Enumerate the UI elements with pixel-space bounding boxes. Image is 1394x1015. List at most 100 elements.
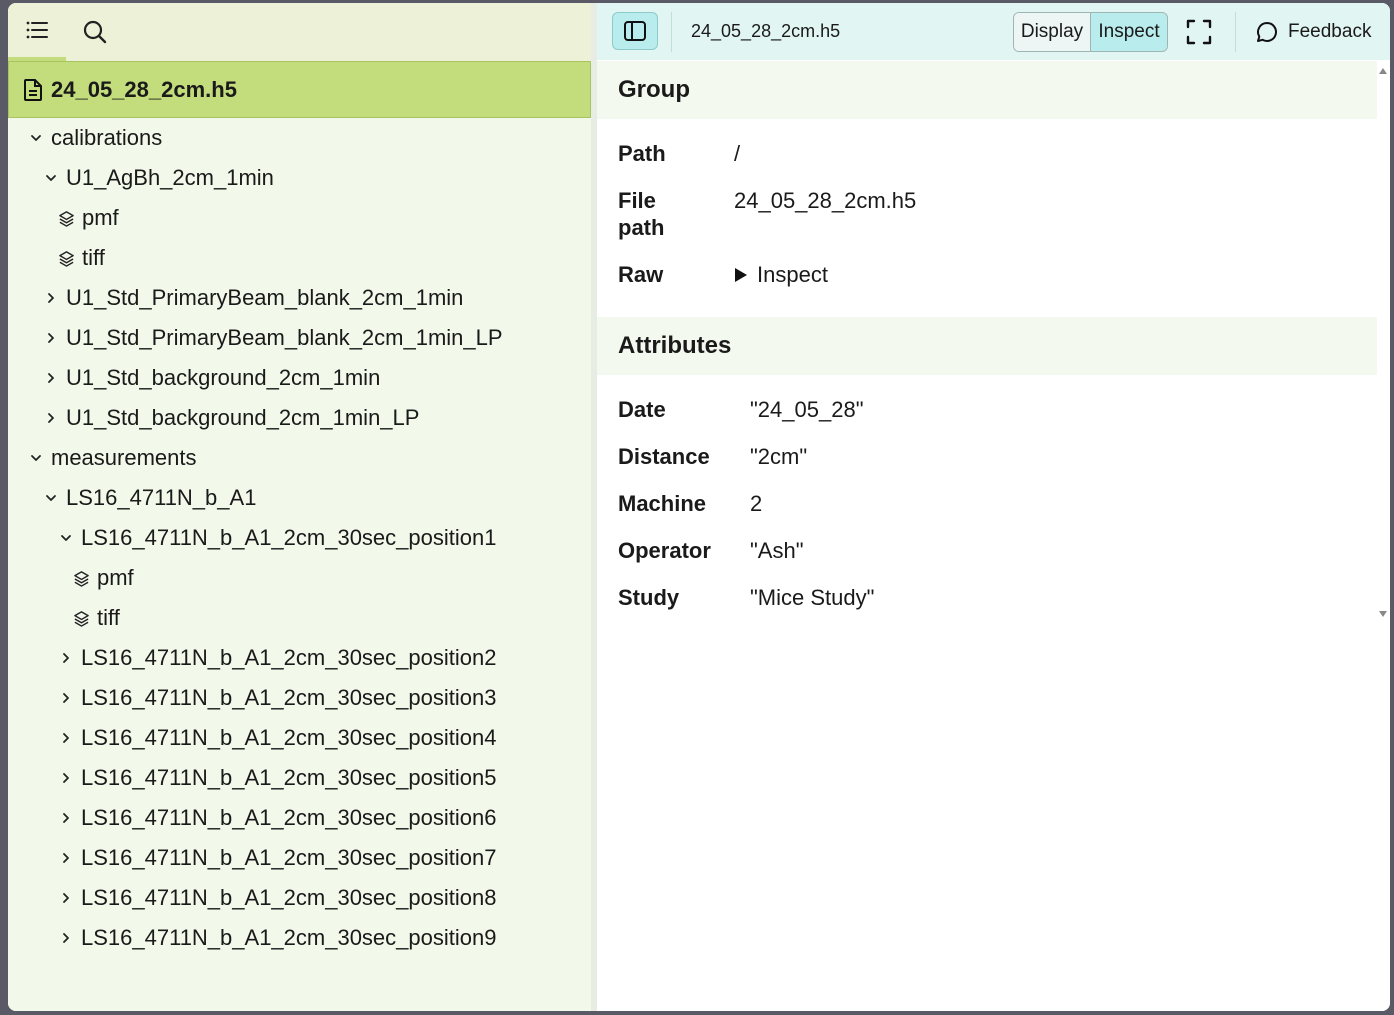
chevron-right-icon	[58, 888, 73, 908]
attribute-row: Study "Mice Study"	[618, 584, 874, 611]
breadcrumb: 24_05_28_2cm.h5	[691, 21, 841, 41]
chevron-down-icon	[43, 488, 58, 508]
dataset-layers-icon	[58, 249, 76, 267]
chevron-right-icon	[58, 848, 73, 868]
chevron-right-icon	[43, 288, 58, 308]
tree-item-group[interactable]: LS16_4711N_b_A1_2cm_30sec_position6	[8, 798, 591, 838]
tree-item-label: measurements	[51, 445, 197, 470]
tree-item-label: tiff	[82, 245, 105, 270]
tree-item-dataset[interactable]: pmf	[8, 198, 591, 238]
file-path-value: 24_05_28_2cm.h5	[734, 188, 917, 213]
tree-item-label: LS16_4711N_b_A1_2cm_30sec_position7	[81, 845, 497, 870]
attribute-key: Date	[618, 397, 666, 422]
display-button[interactable]: Display	[1014, 13, 1091, 51]
attribute-value: 2	[750, 491, 763, 516]
tree-item-group[interactable]: U1_Std_background_2cm_1min	[8, 358, 591, 398]
file-path-key: File path	[618, 188, 665, 240]
feedback-button[interactable]: Feedback	[1255, 17, 1371, 47]
attribute-key: Study	[618, 585, 680, 610]
attribute-value: "Mice Study"	[750, 585, 875, 610]
tree-item-group[interactable]: U1_Std_PrimaryBeam_blank_2cm_1min_LP	[8, 318, 591, 358]
tree-item-dataset[interactable]: tiff	[8, 598, 591, 638]
tree-item-group[interactable]: LS16_4711N_b_A1_2cm_30sec_position2	[8, 638, 591, 678]
disclosure-triangle-icon	[735, 267, 747, 282]
tree-item-group[interactable]: LS16_4711N_b_A1_2cm_30sec_position7	[8, 838, 591, 878]
tree-item-label: LS16_4711N_b_A1_2cm_30sec_position3	[81, 685, 497, 710]
file-tree: calibrations U1_AgBh_2cm_1min pmf tiff U1_St…	[8, 118, 591, 958]
tree-item-label: LS16_4711N_b_A1_2cm_30sec_position1	[81, 525, 497, 550]
tree-item-label: U1_Std_PrimaryBeam_blank_2cm_1min_LP	[66, 325, 503, 350]
tree-item-label: calibrations	[51, 125, 163, 150]
scroll-up-arrow-icon[interactable]	[1379, 67, 1387, 75]
tree-item-group[interactable]: U1_Std_PrimaryBeam_blank_2cm_1min	[8, 278, 591, 318]
tree-item-dataset[interactable]: tiff	[8, 238, 591, 278]
app-window: 24_05_28_2cm.h5 calibrations U1_AgBh_2cm_…	[8, 3, 1390, 1011]
attribute-key: Operator	[618, 538, 711, 563]
tree-item-label: LS16_4711N_b_A1_2cm_30sec_position6	[81, 805, 497, 830]
mode-toggle: Display Inspect	[1013, 12, 1168, 52]
tree-item-label: pmf	[82, 205, 119, 230]
chevron-right-icon	[58, 688, 73, 708]
attribute-value: "2cm"	[750, 444, 808, 469]
raw-inspect-toggle[interactable]: Inspect	[734, 261, 828, 288]
tree-item-label: LS16_4711N_b_A1	[66, 485, 257, 510]
chevron-right-icon	[43, 368, 58, 388]
chevron-right-icon	[58, 808, 73, 828]
tree-item-group[interactable]: LS16_4711N_b_A1_2cm_30sec_position1	[8, 518, 591, 558]
tree-item-group[interactable]: LS16_4711N_b_A1_2cm_30sec_position5	[8, 758, 591, 798]
tree-item-group[interactable]: LS16_4711N_b_A1_2cm_30sec_position3	[8, 678, 591, 718]
chevron-down-icon	[28, 448, 43, 468]
attribute-row: Machine 2	[618, 490, 762, 517]
chat-bubble-icon	[1255, 20, 1279, 44]
dataset-layers-icon	[73, 609, 91, 627]
tree-item-label: U1_Std_background_2cm_1min	[66, 365, 381, 390]
tab-explorer[interactable]	[8, 3, 66, 61]
tree-item-label: U1_AgBh_2cm_1min	[66, 165, 274, 190]
attribute-row: Operator "Ash"	[618, 537, 804, 564]
tab-search[interactable]	[66, 3, 124, 61]
tree-item-group[interactable]: LS16_4711N_b_A1_2cm_30sec_position4	[8, 718, 591, 758]
dataset-layers-icon	[73, 569, 91, 587]
file-path-row: File path 24_05_28_2cm.h5	[618, 187, 916, 241]
chevron-right-icon	[58, 728, 73, 748]
tree-item-group[interactable]: calibrations	[8, 118, 591, 158]
chevron-right-icon	[58, 768, 73, 788]
main-panel: 24_05_28_2cm.h5 Display Inspect Feedback	[597, 3, 1390, 1011]
search-icon	[83, 20, 107, 44]
tree-item-label: U1_Std_background_2cm_1min_LP	[66, 405, 420, 430]
inspect-button[interactable]: Inspect	[1091, 13, 1167, 51]
tree-item-group[interactable]: LS16_4711N_b_A1_2cm_30sec_position8	[8, 878, 591, 918]
scroll-down-arrow-icon[interactable]	[1379, 610, 1387, 618]
chevron-down-icon	[58, 528, 73, 548]
tree-item-group[interactable]: measurements	[8, 438, 591, 478]
toolbar-separator	[1235, 12, 1236, 52]
fullscreen-button[interactable]	[1184, 17, 1214, 47]
tree-item-dataset[interactable]: pmf	[8, 558, 591, 598]
raw-row: Raw Inspect	[618, 261, 828, 288]
tree-item-label: LS16_4711N_b_A1_2cm_30sec_position8	[81, 885, 497, 910]
tree-item-label: LS16_4711N_b_A1_2cm_30sec_position2	[81, 645, 497, 670]
raw-key: Raw	[618, 262, 664, 287]
feedback-label: Feedback	[1288, 21, 1372, 42]
fullscreen-icon	[1186, 19, 1212, 45]
chevron-right-icon	[58, 648, 73, 668]
toggle-sidebar-button[interactable]	[612, 12, 658, 50]
sidebar-panel-icon	[624, 21, 646, 41]
tree-item-group[interactable]: LS16_4711N_b_A1	[8, 478, 591, 518]
root-file-name: 24_05_28_2cm.h5	[51, 76, 237, 102]
tree-item-label: LS16_4711N_b_A1_2cm_30sec_position4	[81, 725, 497, 750]
tree-item-label: U1_Std_PrimaryBeam_blank_2cm_1min	[66, 285, 464, 310]
chevron-right-icon	[58, 928, 73, 948]
toolbar: 24_05_28_2cm.h5 Display Inspect Feedback	[597, 3, 1390, 60]
raw-inspect-label: Inspect	[757, 262, 828, 287]
group-heading: Group	[597, 61, 1377, 119]
tree-item-group[interactable]: U1_Std_background_2cm_1min_LP	[8, 398, 591, 438]
tree-item-group[interactable]: LS16_4711N_b_A1_2cm_30sec_position9	[8, 918, 591, 958]
chevron-down-icon	[28, 128, 43, 148]
tree-root-file[interactable]: 24_05_28_2cm.h5	[8, 61, 591, 118]
attribute-row: Date "24_05_28"	[618, 396, 864, 423]
tree-item-group[interactable]: U1_AgBh_2cm_1min	[8, 158, 591, 198]
tree-item-label: LS16_4711N_b_A1_2cm_30sec_position5	[81, 765, 497, 790]
path-key: Path	[618, 141, 666, 166]
chevron-down-icon	[43, 168, 58, 188]
